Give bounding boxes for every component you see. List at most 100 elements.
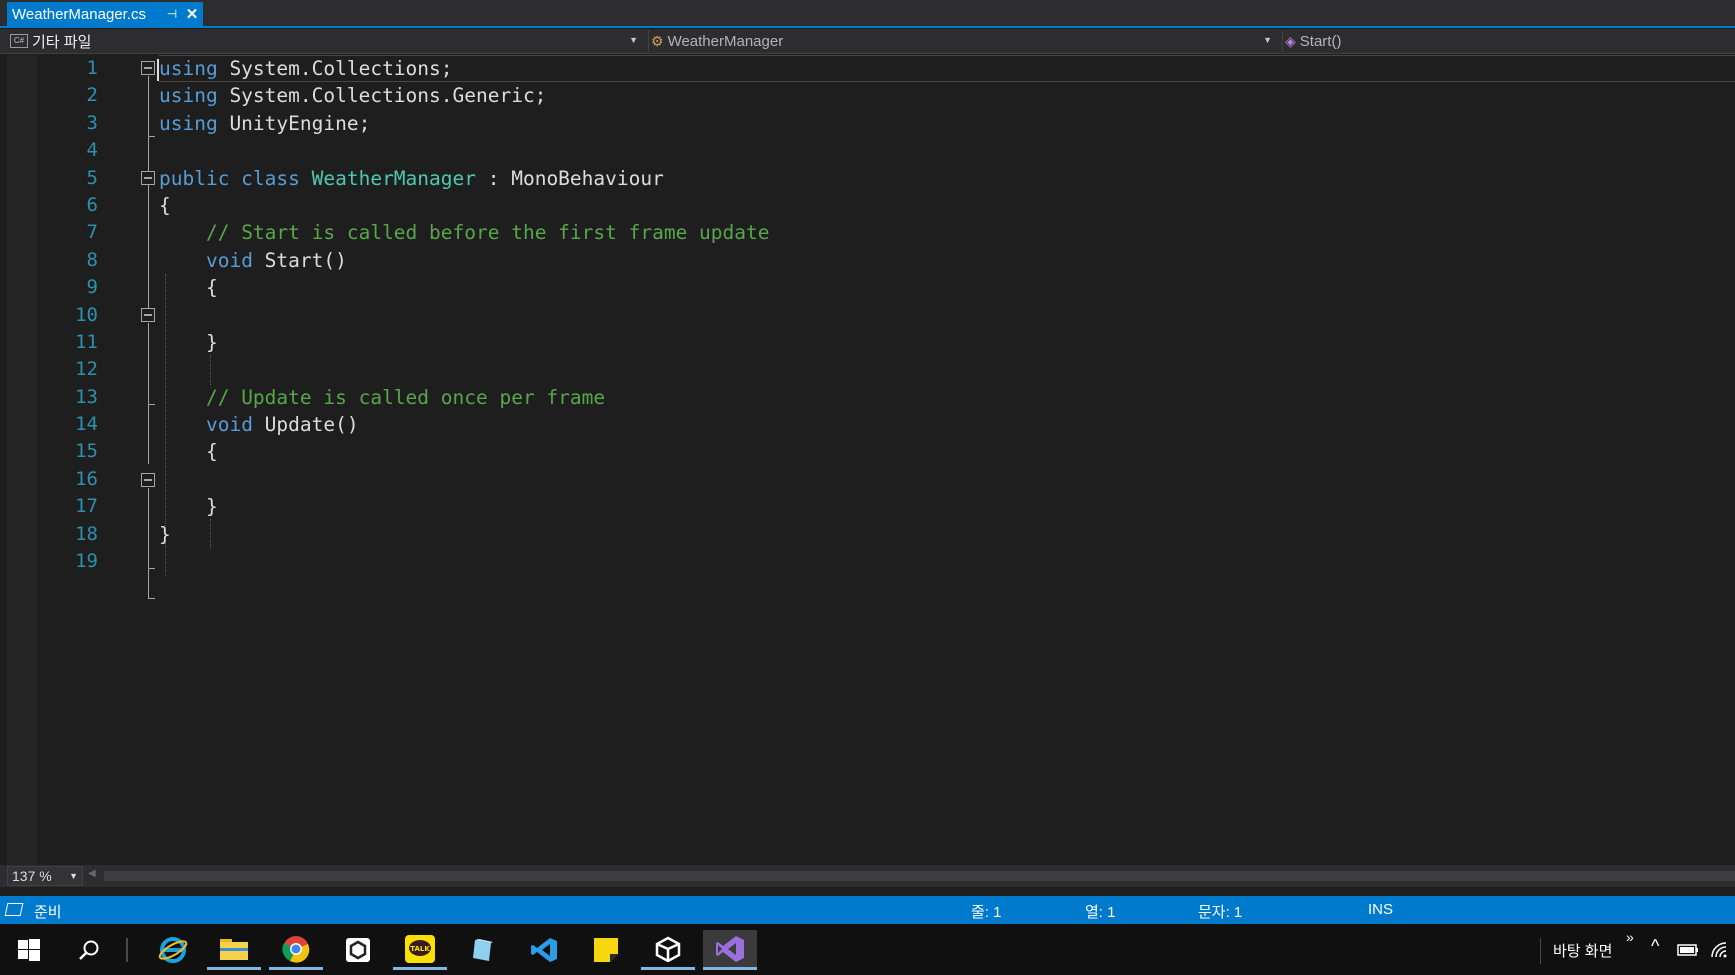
code-token: : MonoBehaviour <box>476 166 664 190</box>
project-label: 기타 파일 <box>32 33 92 51</box>
code-line[interactable] <box>159 466 1735 493</box>
code-line[interactable]: // Update is called once per frame <box>159 384 1735 411</box>
code-line[interactable]: void Update() <box>159 411 1735 438</box>
outline-end <box>148 598 155 599</box>
code-token: WeatherManager <box>311 166 476 190</box>
code-line[interactable]: // Start is called before the first fram… <box>159 219 1735 246</box>
toolbar-overflow-icon[interactable]: » <box>1626 929 1634 945</box>
code-token: using <box>159 84 218 108</box>
status-column: 열: 1 <box>1085 904 1116 921</box>
code-token: void <box>205 248 253 272</box>
navigation-bar: C# 기타 파일 ▼ ⚙ WeatherManager ▼ ◈ Start() <box>0 29 1735 54</box>
collapse-icon[interactable] <box>141 308 155 322</box>
notepad-icon[interactable] <box>455 930 509 970</box>
start-button[interactable] <box>2 930 56 970</box>
zoom-value: 137 % <box>12 868 52 884</box>
line-number: 1 <box>86 57 98 79</box>
collapse-icon[interactable] <box>141 171 155 185</box>
project-dropdown[interactable]: C# 기타 파일 ▼ <box>10 30 642 52</box>
code-token: public class <box>159 166 312 190</box>
status-line: 줄: 1 <box>971 904 1002 921</box>
scroll-left-icon[interactable]: ◀ <box>88 868 96 879</box>
code-token: { <box>159 440 218 464</box>
code-token: } <box>159 330 218 354</box>
code-editor[interactable]: 1 2 3 4 5 6 7 8 9 10 11 12 13 14 15 16 17 18 19 using Syst… <box>0 55 1735 865</box>
desktop-toolbar-label[interactable]: 바탕 화면 <box>1553 940 1612 961</box>
code-line[interactable]: void Start() <box>159 247 1735 274</box>
unity-icon[interactable] <box>641 930 695 970</box>
unity-hub-icon[interactable] <box>331 930 385 970</box>
file-explorer-icon[interactable] <box>207 930 261 970</box>
indicator-margin[interactable] <box>7 55 37 865</box>
pin-icon[interactable]: ⊣ <box>163 7 181 21</box>
status-char: 문자: 1 <box>1198 904 1243 921</box>
line-number: 13 <box>75 385 98 408</box>
sticky-notes-icon[interactable] <box>579 930 633 970</box>
output-icon <box>4 903 24 916</box>
battery-icon[interactable] <box>1670 930 1706 970</box>
visual-studio-icon[interactable] <box>703 930 757 970</box>
code-token: Update() <box>252 413 359 437</box>
code-line[interactable]: using UnityEngine; <box>159 110 1735 137</box>
outline-end <box>148 568 155 569</box>
code-line[interactable]: } <box>159 493 1735 520</box>
member-label: Start() <box>1299 32 1342 50</box>
code-text[interactable]: using System.Collections; using System.Co… <box>157 55 1735 575</box>
line-number: 16 <box>75 467 98 490</box>
wifi-icon[interactable] <box>1702 930 1735 970</box>
horizontal-scrollbar[interactable] <box>104 871 1735 881</box>
line-number: 7 <box>86 221 98 244</box>
line-number-gutter: 1 2 3 4 5 6 7 8 9 10 11 12 13 14 15 16 17 18 19 <box>40 55 98 575</box>
type-dropdown[interactable]: ⚙ WeatherManager ▼ <box>648 30 1276 52</box>
code-token: using <box>159 111 218 135</box>
code-line[interactable] <box>159 302 1735 329</box>
code-line[interactable] <box>159 548 1735 575</box>
close-icon[interactable]: ✕ <box>181 5 203 23</box>
search-icon <box>79 940 99 960</box>
code-line[interactable]: { <box>159 438 1735 465</box>
line-number: 14 <box>75 413 98 436</box>
status-bar: 준비 줄: 1 열: 1 문자: 1 INS <box>0 896 1735 924</box>
line-number: 3 <box>86 111 98 134</box>
search-button[interactable] <box>62 930 116 970</box>
svg-text:TALK: TALK <box>410 945 430 953</box>
code-token: } <box>159 495 218 519</box>
code-token: System.Collections.Generic; <box>217 84 547 108</box>
outline-line <box>148 404 149 464</box>
code-line[interactable]: { <box>159 274 1735 301</box>
code-line[interactable]: using System.Collections.Generic; <box>159 82 1735 109</box>
code-line[interactable]: } <box>159 329 1735 356</box>
line-number: 6 <box>86 193 98 216</box>
code-token: } <box>159 522 171 546</box>
outline-end <box>148 404 155 405</box>
code-line[interactable]: using System.Collections; <box>157 55 1735 83</box>
member-dropdown[interactable]: ◈ Start() <box>1282 30 1735 52</box>
chevron-down-icon: ▼ <box>629 35 638 45</box>
code-line[interactable] <box>159 356 1735 383</box>
kakaotalk-icon[interactable]: TALK <box>393 930 447 970</box>
chevron-up-icon[interactable]: ^ <box>1651 936 1659 957</box>
chrome-icon[interactable] <box>269 930 323 970</box>
collapse-icon[interactable] <box>141 473 155 487</box>
line-number: 18 <box>75 522 98 545</box>
document-tab[interactable]: WeatherManager.cs ⊣ ✕ <box>7 2 203 26</box>
csharp-file-icon: C# <box>10 34 28 48</box>
code-token: // Update is called once per frame <box>205 385 606 409</box>
editor-bottom-bar: 137 % ▼ ◀ <box>0 865 1735 887</box>
line-number: 17 <box>75 495 98 518</box>
internet-explorer-icon[interactable] <box>146 930 200 970</box>
zoom-dropdown[interactable]: 137 % ▼ <box>7 866 83 886</box>
vscode-icon[interactable] <box>517 930 571 970</box>
document-tab-strip: WeatherManager.cs ⊣ ✕ <box>0 0 1735 28</box>
collapse-icon[interactable] <box>141 61 155 75</box>
code-line[interactable]: { <box>159 192 1735 219</box>
code-token: { <box>159 276 218 300</box>
chevron-down-icon: ▼ <box>1263 35 1272 45</box>
code-line[interactable]: } <box>159 521 1735 548</box>
code-line[interactable] <box>159 137 1735 164</box>
line-number: 11 <box>75 330 98 353</box>
code-line[interactable]: public class WeatherManager : MonoBehavi… <box>159 165 1735 192</box>
